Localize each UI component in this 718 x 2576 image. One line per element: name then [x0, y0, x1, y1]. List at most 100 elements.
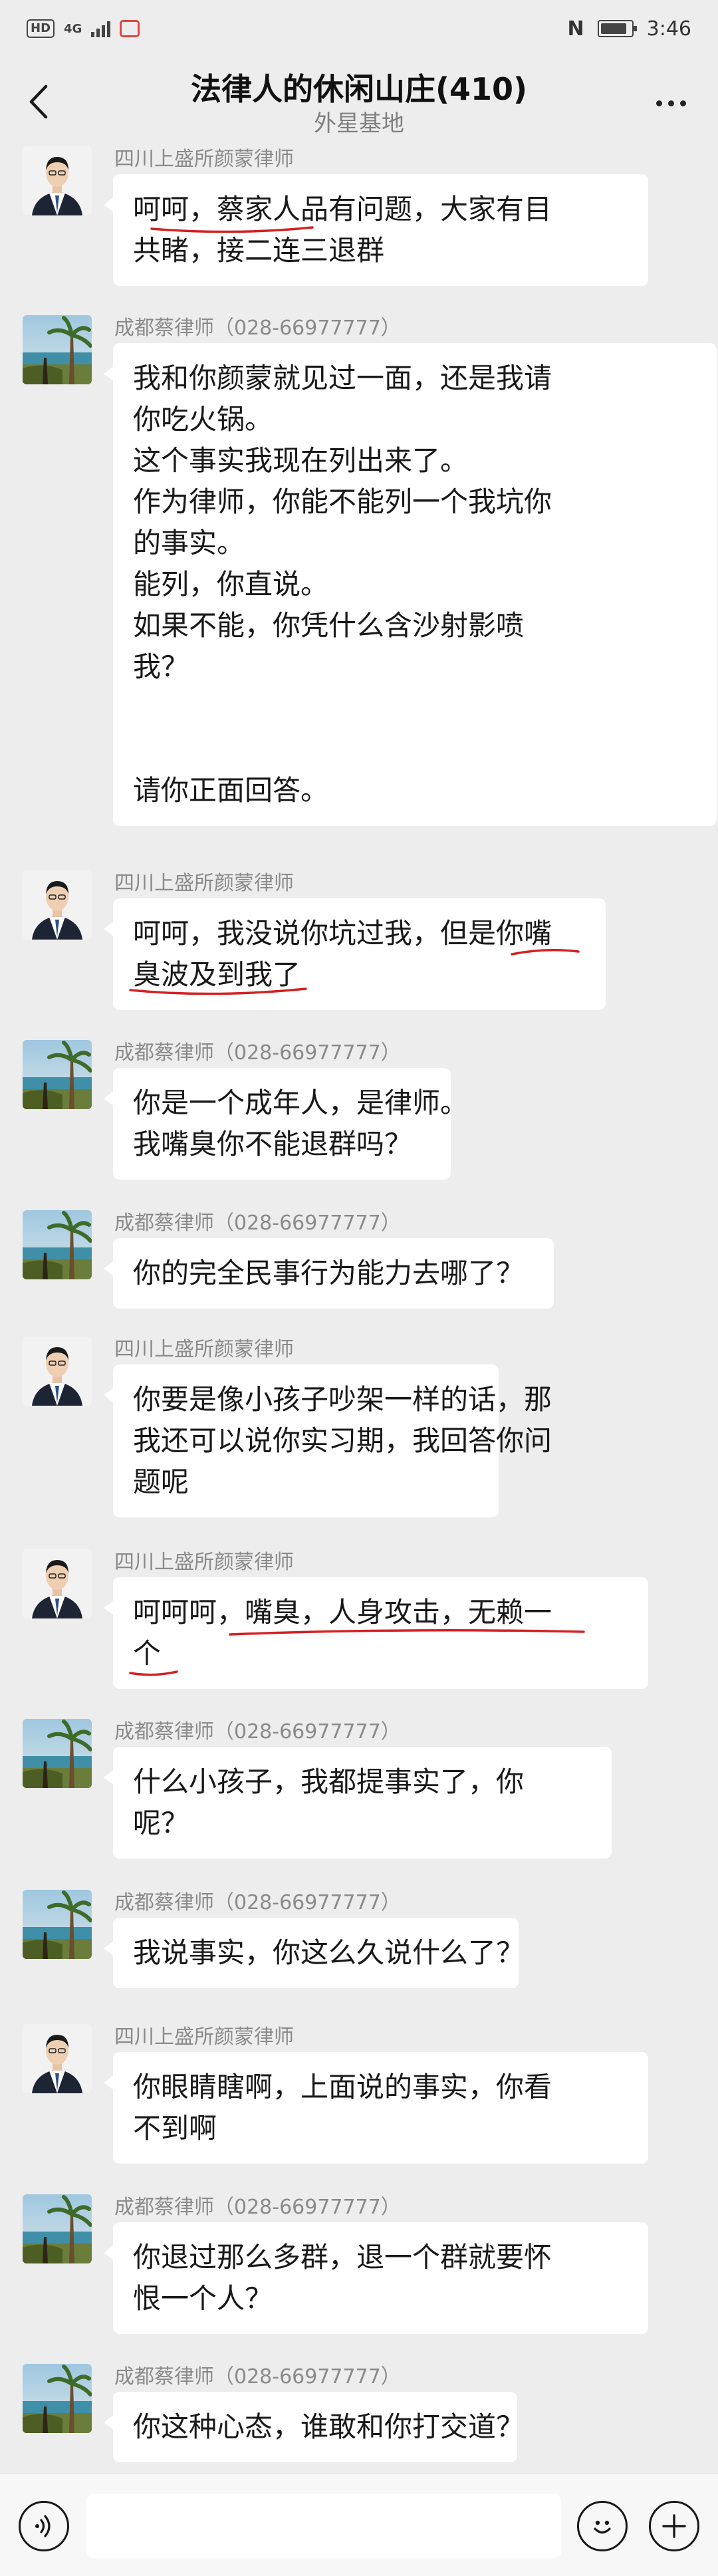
message-text-line: 个	[133, 1637, 162, 1670]
chat-header: 法律人的休闲山庄(410) 外星基地	[0, 57, 718, 146]
avatar[interactable]	[23, 1337, 92, 1406]
message-input[interactable]	[86, 2494, 561, 2558]
message-text-line: 你是一个成年人，是律师。	[133, 1087, 469, 1119]
avatar-photo	[23, 1337, 92, 1406]
sender-name: 成都蔡律师（028-66977777）	[114, 1891, 401, 1914]
nfc-icon: N	[567, 17, 584, 41]
message-text-line: 恨一个人？	[133, 2282, 273, 2315]
message-bubble[interactable]: 呵呵，蔡家人品有问题，大家有目 共睹，接二连三退群	[104, 174, 648, 286]
message-bubble[interactable]: 你退过那么多群，退一个群就要怀 恨一个人？	[104, 2222, 648, 2334]
avatar[interactable]	[23, 1210, 92, 1279]
avatar-photo	[23, 315, 92, 384]
message-text-line: 作为律师，你能不能列一个我坑你	[133, 485, 552, 518]
message-text-line: 这个事实我现在列出来了。	[133, 444, 469, 477]
sender-name: 四川上盛所颜蒙律师	[114, 1338, 294, 1361]
message-text-line: 的事实。	[133, 527, 245, 559]
network-label: 4G	[64, 21, 82, 36]
message-text-line: 你眼睛瞎啊，上面说的事实，你看	[133, 2071, 552, 2103]
message-text-line: 呵呵呵，嘴臭，人身攻击，无赖一	[133, 1596, 552, 1628]
avatar[interactable]	[23, 2364, 92, 2433]
avatar[interactable]	[23, 146, 92, 215]
message-bubble[interactable]: 我说事实，你这么久说什么了？	[104, 1918, 525, 1988]
message-text-line: 我和你颜蒙就见过一面，还是我请	[133, 362, 552, 394]
avatar-photo	[23, 2024, 92, 2093]
message-text-line: 你退过那么多群，退一个群就要怀	[133, 2241, 552, 2273]
avatar-photo	[23, 1040, 92, 1109]
avatar[interactable]	[23, 2194, 92, 2263]
message-text-line: 呵呵，我没说你坑过我，但是你嘴	[133, 917, 552, 950]
chat-screen: HD 4G N 3:46 法律人的休闲山庄(410) 外星基地 四川上盛所颜蒙律…	[0, 0, 718, 2576]
input-bar	[0, 2474, 718, 2576]
avatar[interactable]	[23, 315, 92, 384]
avatar-photo	[23, 870, 92, 940]
plus-button[interactable]	[649, 2501, 699, 2551]
message-bubble[interactable]: 什么小孩子，我都提事实了，你 呢？	[104, 1747, 612, 1859]
avatar[interactable]	[23, 1890, 92, 1959]
more-button[interactable]	[648, 86, 694, 120]
sender-name: 四川上盛所颜蒙律师	[114, 2025, 294, 2049]
message-bubble[interactable]: 你这种心态，谁敢和你打交道？	[104, 2392, 525, 2462]
message-text-line: 能列，你直说。	[133, 568, 329, 600]
message-text-line: 你要是像小孩子吵架一样的话，那	[133, 1383, 552, 1416]
sender-name: 成都蔡律师（028-66977777）	[114, 2196, 401, 2219]
message-text-line: 你吃火锅。	[133, 403, 273, 436]
plus-icon	[662, 2514, 686, 2538]
message-text-line: 你这种心态，谁敢和你打交道？	[133, 2410, 525, 2443]
battery-icon	[597, 20, 637, 37]
message-bubble[interactable]: 你是一个成年人，是律师。 我嘴臭你不能退群吗？	[104, 1068, 469, 1180]
hd-badge: HD	[27, 19, 55, 38]
message-text-line: 不到啊	[133, 2112, 217, 2144]
message-text-line: 共睹，接二连三退群	[133, 234, 385, 267]
avatar[interactable]	[23, 1719, 92, 1788]
sender-name: 四川上盛所颜蒙律师	[114, 148, 294, 171]
message-text-line: 我说事实，你这么久说什么了？	[133, 1936, 525, 1969]
message-text-line: 我？	[133, 650, 189, 683]
avatar-photo	[23, 1890, 92, 1959]
emoji-button[interactable]	[577, 2501, 628, 2551]
avatar-photo	[23, 146, 92, 215]
message-bubble[interactable]: 呵呵呵，嘴臭，人身攻击，无赖一个	[104, 1577, 648, 1689]
message-list[interactable]: 四川上盛所颜蒙律师 呵呵，蔡家人品有问题，大家有目 共睹，接二连三退群 成都蔡律师（…	[0, 146, 718, 2474]
message-bubble[interactable]: 呵呵，我没说你坑过我，但是你嘴 臭波及到我了	[104, 898, 606, 1010]
group-subtitle: 外星基地	[314, 110, 404, 137]
sender-name: 成都蔡律师（028-66977777）	[114, 1041, 401, 1065]
message-text-line: 请你正面回答。	[133, 774, 329, 807]
avatar[interactable]	[23, 2024, 92, 2093]
voice-button[interactable]	[19, 2501, 69, 2551]
message-text-line: 臭波及到我了	[133, 958, 301, 991]
message-text-line: 你的完全民事行为能力去哪了？	[133, 1257, 525, 1289]
message-text-line: 呢？	[133, 1807, 189, 1839]
avatar-photo	[23, 2194, 92, 2263]
avatar[interactable]	[23, 870, 92, 940]
avatar[interactable]	[23, 1549, 92, 1618]
message-bubble[interactable]: 我和你颜蒙就见过一面，还是我请 你吃火锅。这个事实我现在列出来了。作为律师，你能不…	[104, 343, 717, 826]
message-text-line: 我嘴臭你不能退群吗？	[133, 1128, 413, 1160]
message-bubble[interactable]: 你的完全民事行为能力去哪了？	[104, 1238, 554, 1309]
message-bubble[interactable]: 你眼睛瞎啊，上面说的事实，你看 不到啊	[104, 2052, 648, 2164]
notification-icon	[120, 20, 140, 37]
message-bubble[interactable]: 你要是像小孩子吵架一样的话，那 我还可以说你实习期，我回答你问 题呢	[104, 1364, 552, 1517]
sender-name: 成都蔡律师（028-66977777）	[114, 1720, 401, 1743]
avatar-photo	[23, 2364, 92, 2433]
message-text-line: 什么小孩子，我都提事实了，你	[133, 1765, 525, 1798]
sender-name: 四川上盛所颜蒙律师	[114, 872, 294, 895]
avatar-photo	[23, 1549, 92, 1618]
group-title: 法律人的休闲山庄(410)	[190, 71, 528, 107]
status-bar: HD 4G N 3:46	[0, 0, 718, 57]
more-icon	[656, 100, 686, 106]
clock: 3:46	[646, 17, 691, 41]
sender-name: 成都蔡律师（028-66977777）	[114, 1212, 401, 1235]
sender-name: 成都蔡律师（028-66977777）	[114, 317, 401, 340]
emoji-icon	[594, 2520, 611, 2534]
voice-icon	[35, 2515, 51, 2537]
signal-icon	[91, 20, 111, 37]
message-text-line: 如果不能，你凭什么含沙射影喷	[133, 609, 525, 642]
avatar[interactable]	[23, 1040, 92, 1109]
sender-name: 四川上盛所颜蒙律师	[114, 1551, 294, 1574]
avatar-photo	[23, 1719, 92, 1788]
sender-name: 成都蔡律师（028-66977777）	[114, 2365, 401, 2388]
message-text-line: 呵呵，蔡家人品有问题，大家有目	[133, 193, 552, 225]
message-text-line: 我还可以说你实习期，我回答你问	[133, 1424, 552, 1457]
